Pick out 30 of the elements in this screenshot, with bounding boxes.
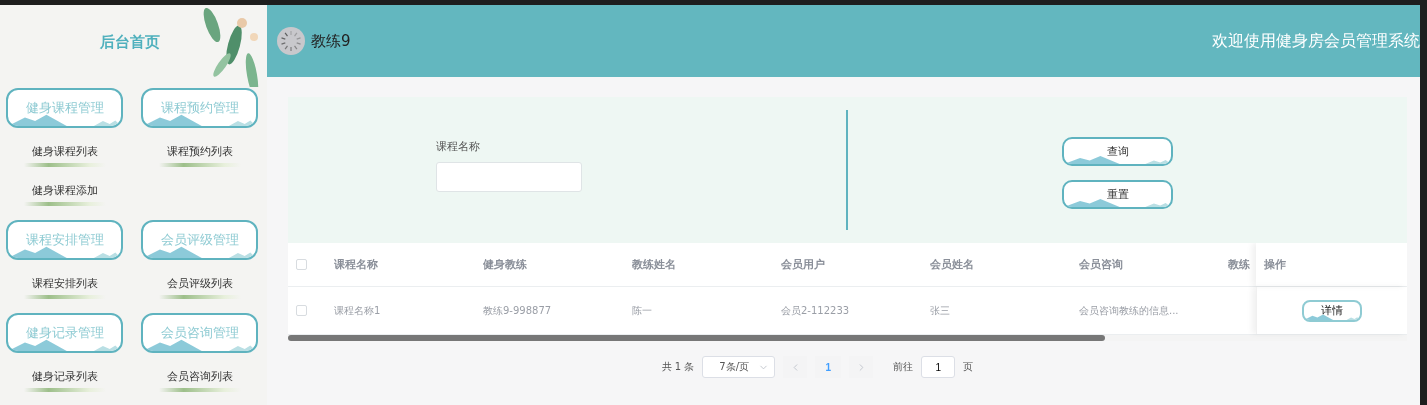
welcome-text: 欢迎使用健身房会员管理系统 bbox=[1212, 30, 1420, 52]
goto-label: 前往 bbox=[893, 360, 914, 374]
table-cell-text: 会员2-112233 bbox=[781, 303, 851, 318]
column-header: 操作 bbox=[1264, 257, 1286, 272]
sidebar-title: 后台首页 bbox=[98, 33, 161, 52]
detail-button[interactable]: 详情 bbox=[1302, 299, 1362, 322]
column-header: 课程名称 bbox=[334, 257, 379, 272]
field-label: 课程名称 bbox=[436, 138, 481, 154]
column-header: 会员姓名 bbox=[930, 257, 975, 272]
page-suffix: 页 bbox=[963, 360, 974, 374]
page-input[interactable]: 1 bbox=[921, 356, 956, 378]
column-header: 教练 bbox=[1228, 257, 1251, 272]
column-header: 会员咨询 bbox=[1079, 257, 1124, 272]
scrollbar[interactable] bbox=[288, 335, 1407, 341]
page-size-select[interactable]: 7条/页 bbox=[702, 356, 776, 378]
user-name: 教练9 bbox=[311, 31, 351, 51]
table-cell-text: 教练9-998877 bbox=[483, 303, 553, 318]
input-field[interactable] bbox=[436, 161, 582, 192]
checkbox[interactable] bbox=[296, 259, 307, 270]
column-header: 教练姓名 bbox=[632, 257, 677, 272]
column-header: 会员用户 bbox=[781, 257, 826, 272]
table-cell-text: 课程名称1 bbox=[334, 303, 382, 318]
search-button[interactable]: 查询 bbox=[1062, 137, 1173, 166]
column-header: 健身教练 bbox=[483, 257, 528, 272]
reset-button[interactable]: 重置 bbox=[1062, 180, 1173, 209]
spinner-icon bbox=[277, 27, 305, 55]
total-count: 共 1 条 bbox=[661, 360, 695, 374]
checkbox[interactable] bbox=[296, 305, 307, 316]
table-cell-text: 会员咨询教练的信息... bbox=[1079, 303, 1180, 318]
table-cell-text: 张三 bbox=[930, 303, 951, 318]
